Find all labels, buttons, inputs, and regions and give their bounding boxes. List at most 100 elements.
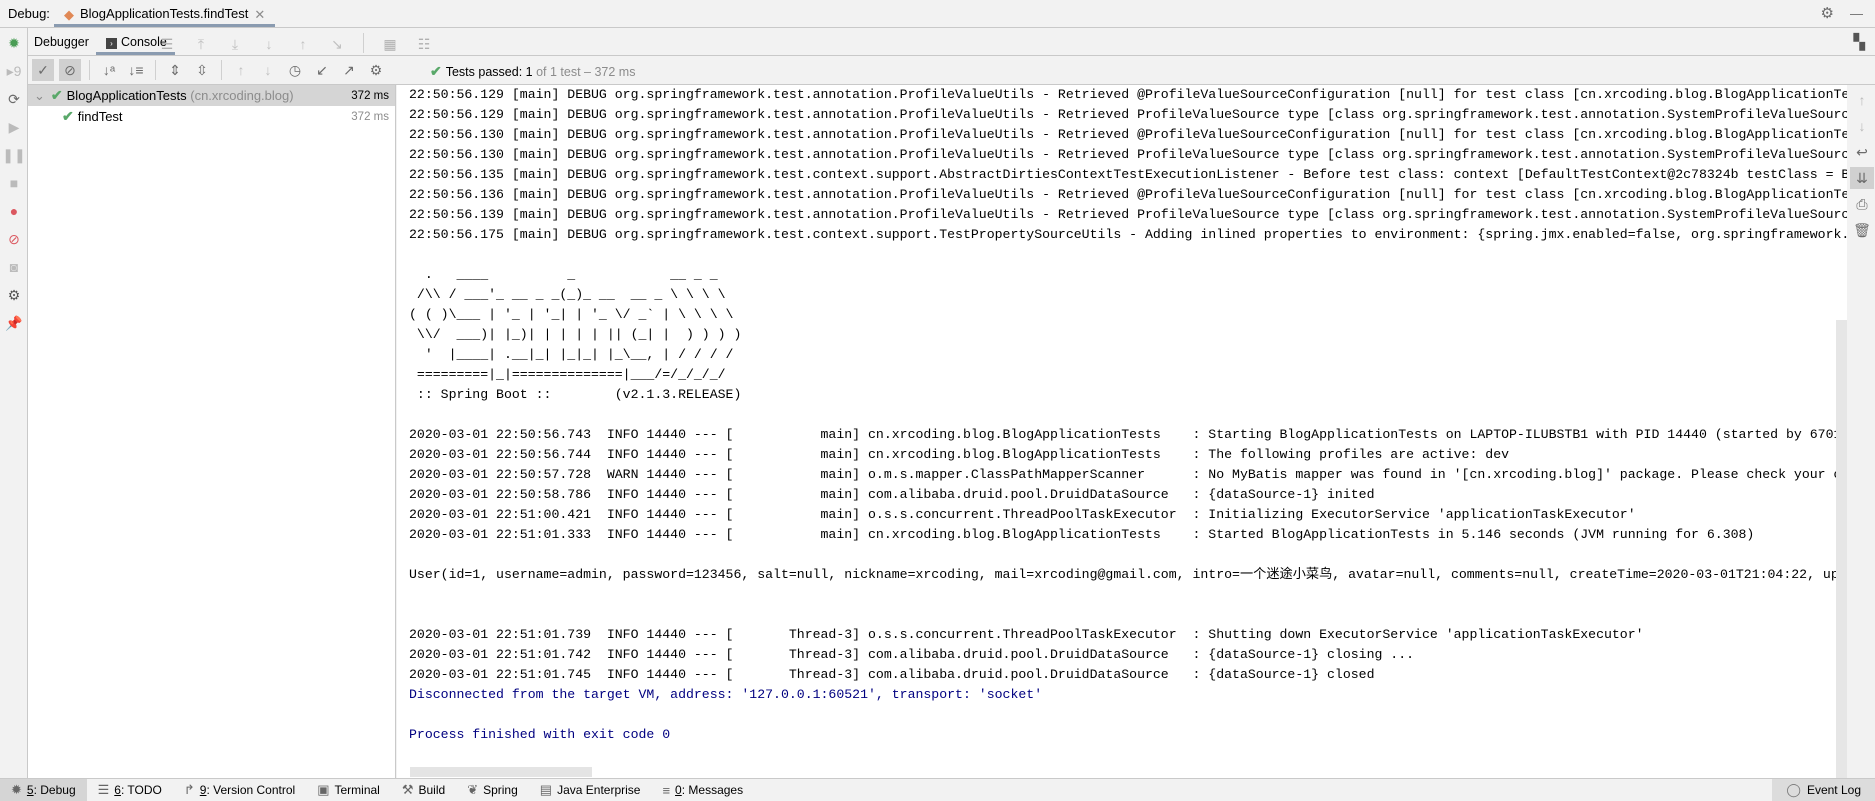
leaf-icon: ❦	[467, 782, 479, 797]
expand-all-icon[interactable]: ⇕	[164, 59, 186, 81]
tool-window-label: Terminal	[334, 783, 379, 797]
label: : TODO	[120, 783, 162, 797]
tool-window-version-control[interactable]: ↱ 9: Version Control	[173, 779, 306, 801]
view-breakpoints-icon[interactable]: ●	[3, 200, 25, 222]
minimize-icon[interactable]: —	[1850, 4, 1863, 22]
import-tests-icon[interactable]: ↙	[311, 59, 333, 81]
test-tree: ⌄ ✔ BlogApplicationTests (cn.xrcoding.bl…	[28, 85, 396, 778]
tool-window-terminal[interactable]: ▣ Terminal	[306, 779, 391, 801]
step-out-icon[interactable]: ↑	[292, 33, 314, 55]
console-line: =========|_|==============|___/=/_/_/_/	[409, 367, 726, 382]
tree-item-root[interactable]: ⌄ ✔ BlogApplicationTests (cn.xrcoding.bl…	[28, 85, 395, 106]
tab-debugger[interactable]: Debugger	[34, 28, 89, 55]
trace-icon[interactable]: ☷	[413, 33, 435, 55]
console-side-toolbar: ↑ ↓ ↩ ⇊ ⎙ 🗑	[1849, 85, 1875, 778]
tool-window-debug[interactable]: ✹ 5: Debug	[0, 779, 87, 801]
console-line: Disconnected from the target VM, address…	[409, 687, 1043, 702]
tool-window-build[interactable]: ⚒ Build	[391, 779, 456, 801]
status-prefix: Tests passed:	[445, 65, 523, 79]
collapse-all-icon[interactable]: ⇳	[191, 59, 213, 81]
settings-icon[interactable]: ⚙	[365, 59, 387, 81]
show-execution-point-icon[interactable]: ⤒	[190, 33, 212, 55]
test-duration: 372 ms	[351, 110, 389, 123]
chevron-down-icon[interactable]: ⌄	[34, 88, 45, 104]
stop-icon[interactable]: ■	[3, 172, 25, 194]
up-arrow-icon[interactable]: ↑	[1850, 89, 1874, 111]
print-icon[interactable]: ⎙	[1850, 193, 1874, 215]
scroll-to-end-icon[interactable]: ⇊	[1850, 167, 1874, 189]
console-line: 22:50:56.136 [main] DEBUG org.springfram…	[409, 187, 1847, 202]
tool-window-messages[interactable]: ≡ 0: Messages	[651, 779, 754, 801]
evaluate-icon[interactable]: ▦	[379, 33, 401, 55]
javaee-icon: ▤	[539, 782, 553, 797]
label: : Messages	[681, 783, 744, 797]
rerun-failed-icon[interactable]: ▸9	[3, 60, 25, 82]
show-ignored-icon[interactable]: ⊘	[59, 59, 81, 81]
test-class-name: BlogApplicationTests	[66, 88, 187, 103]
terminal-icon: ▣	[317, 782, 330, 797]
close-icon[interactable]: ✕	[254, 6, 265, 24]
step-into-icon[interactable]: ↓	[258, 33, 280, 55]
camera-icon[interactable]: ◙	[3, 256, 25, 278]
vertical-scrollbar[interactable]	[1836, 320, 1847, 778]
status-detail: of 1 test – 372 ms	[536, 65, 636, 79]
mute-breakpoints-icon[interactable]: ⊘	[3, 228, 25, 250]
debug-tabs: Debugger › Console ☰ ⤒ ⤓ ↓ ↑ ↘ ▦ ☷ ▚	[28, 28, 1875, 56]
console-output[interactable]: 22:50:56.129 [main] DEBUG org.springfram…	[397, 85, 1847, 778]
tool-window-label: 9: Version Control	[200, 783, 295, 797]
test-method-name: findTest	[77, 109, 123, 124]
event-log-button[interactable]: ◯ Event Log	[1772, 779, 1875, 801]
label: Java Enterprise	[557, 783, 641, 797]
layout-icon[interactable]: ▚	[1853, 33, 1865, 51]
debug-session-tab[interactable]: ◆ BlogApplicationTests.findTest ✕	[54, 0, 276, 27]
pause-icon[interactable]: ❚❚	[2, 144, 25, 166]
tool-window-java-enterprise[interactable]: ▤ Java Enterprise	[529, 779, 652, 801]
run-to-cursor-icon[interactable]: ↘	[326, 33, 348, 55]
console-line: 22:50:56.135 [main] DEBUG org.springfram…	[409, 167, 1847, 182]
previous-failed-icon[interactable]: ↑	[230, 59, 252, 81]
gear-icon[interactable]: ⚙	[1821, 4, 1834, 22]
label: Build	[418, 783, 446, 797]
shortcut-key: 6	[114, 783, 121, 797]
console-line: :: Spring Boot :: (v2.1.3.RELEASE)	[409, 387, 742, 402]
console-line: 22:50:56.139 [main] DEBUG org.springfram…	[409, 207, 1847, 222]
tool-window-label: Java Enterprise	[557, 783, 640, 797]
tool-window-todo[interactable]: ☰ 6: TODO	[87, 779, 173, 801]
console-line: 2020-03-01 22:50:58.786 INFO 14440 --- […	[409, 487, 1375, 502]
next-failed-icon[interactable]: ↓	[257, 59, 279, 81]
settings-icon[interactable]: ⚙	[3, 284, 25, 306]
console-lines: 22:50:56.129 [main] DEBUG org.springfram…	[409, 85, 1847, 745]
tool-window-spring[interactable]: ❦ Spring	[456, 779, 529, 801]
show-passed-icon[interactable]: ✓	[32, 59, 54, 81]
pass-check-icon: ✔	[430, 63, 442, 79]
export-tests-icon[interactable]: ↗	[338, 59, 360, 81]
menu-icon[interactable]: ☰	[156, 33, 178, 55]
bug-icon: ✹	[11, 782, 22, 797]
horizontal-scrollbar[interactable]	[410, 767, 592, 777]
pin-icon[interactable]: 📌	[3, 312, 25, 334]
test-package: (cn.xrcoding.blog)	[190, 88, 294, 103]
down-arrow-icon[interactable]: ↓	[1850, 115, 1874, 137]
resume-icon[interactable]: ▶	[3, 116, 25, 138]
debug-bug-icon[interactable]: ✹	[3, 32, 25, 54]
tool-window-label: 0: Messages	[675, 783, 743, 797]
history-icon[interactable]: ◷	[284, 59, 306, 81]
console-line: 2020-03-01 22:51:01.745 INFO 14440 --- […	[409, 667, 1375, 682]
console-line: \\/ ___)| |_)| | | | | || (_| | ) ) ) )	[409, 327, 742, 342]
test-toolbar: ✓ ⊘ ↓ᵃ ↓≡ ⇕ ⇳ ↑ ↓ ◷ ↙ ↗ ⚙ ✔ Tests passed:…	[28, 56, 1875, 85]
trash-icon[interactable]: 🗑	[1850, 219, 1874, 241]
console-line: 22:50:56.129 [main] DEBUG org.springfram…	[409, 87, 1847, 102]
sort-by-duration-icon[interactable]: ↓≡	[125, 59, 147, 81]
restart-icon[interactable]: ⟳	[3, 88, 25, 110]
sort-alphabetically-icon[interactable]: ↓ᵃ	[98, 59, 120, 81]
shortcut-key: 5	[26, 783, 34, 797]
step-over-icon[interactable]: ⤓	[224, 33, 246, 55]
hammer-icon: ⚒	[401, 782, 414, 797]
tree-item-findtest[interactable]: ✔ findTest 372 ms	[28, 106, 395, 127]
pass-check-icon: ✔	[62, 108, 74, 124]
soft-wrap-icon[interactable]: ↩	[1850, 141, 1874, 163]
console-line: 22:50:56.129 [main] DEBUG org.springfram…	[409, 107, 1847, 122]
